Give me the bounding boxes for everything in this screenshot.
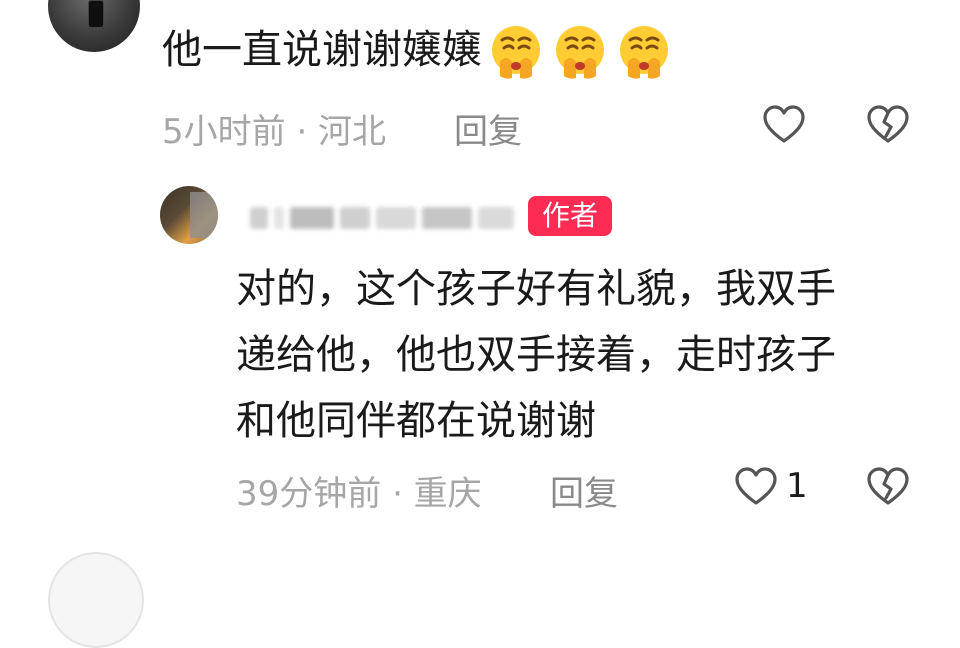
reply-dislike-button[interactable] (864, 462, 912, 510)
broken-heart-icon (867, 467, 909, 505)
hands-over-mouth-emoji (492, 26, 540, 79)
phone-in-photo (88, 0, 104, 28)
broken-heart-icon (867, 105, 909, 143)
blur-block (376, 207, 416, 229)
comment-body: 他一直说谢谢嬢嬢 (162, 22, 674, 82)
reply-reply-button[interactable]: 回复 (550, 466, 618, 515)
author-username-blurred[interactable] (250, 198, 514, 238)
comment-meta: 5小时前 · 河北 (162, 112, 387, 152)
like-button[interactable] (760, 100, 808, 148)
blur-block (290, 207, 334, 229)
avatar-mosaic (190, 192, 218, 238)
blur-block (422, 207, 472, 229)
like-icon-wrap[interactable] (732, 462, 780, 510)
reply-line: 对的，这个孩子好有礼貌，我双手 (236, 266, 836, 312)
dislike-button[interactable] (864, 100, 912, 148)
hands-over-mouth-emoji (620, 26, 668, 79)
heart-outline-icon (735, 467, 777, 505)
author-avatar[interactable] (160, 186, 218, 244)
next-commenter-avatar[interactable] (48, 552, 144, 648)
commenter-avatar[interactable] (48, 0, 140, 52)
reply-line: 和他同伴都在说谢谢 (236, 398, 596, 444)
reply-meta: 39分钟前 · 重庆 (236, 474, 482, 514)
blur-block (340, 207, 370, 229)
heart-outline-icon (763, 105, 805, 143)
like-count: 1 (786, 466, 808, 506)
reply-like-button[interactable]: 1 (732, 462, 808, 510)
blur-block (250, 207, 268, 229)
emoji-row (486, 22, 674, 82)
blur-block (478, 207, 514, 229)
comment-text: 他一直说谢谢嬢嬢 (162, 27, 482, 73)
reply-body: 对的，这个孩子好有礼貌，我双手 递给他，他也双手接着，走时孩子 和他同伴都在说谢… (236, 256, 936, 454)
author-badge: 作者 (528, 196, 612, 236)
blur-block (274, 207, 284, 229)
reply-button[interactable]: 回复 (454, 104, 522, 153)
reply-line: 递给他，他也双手接着，走时孩子 (236, 332, 836, 378)
hands-over-mouth-emoji (556, 26, 604, 79)
